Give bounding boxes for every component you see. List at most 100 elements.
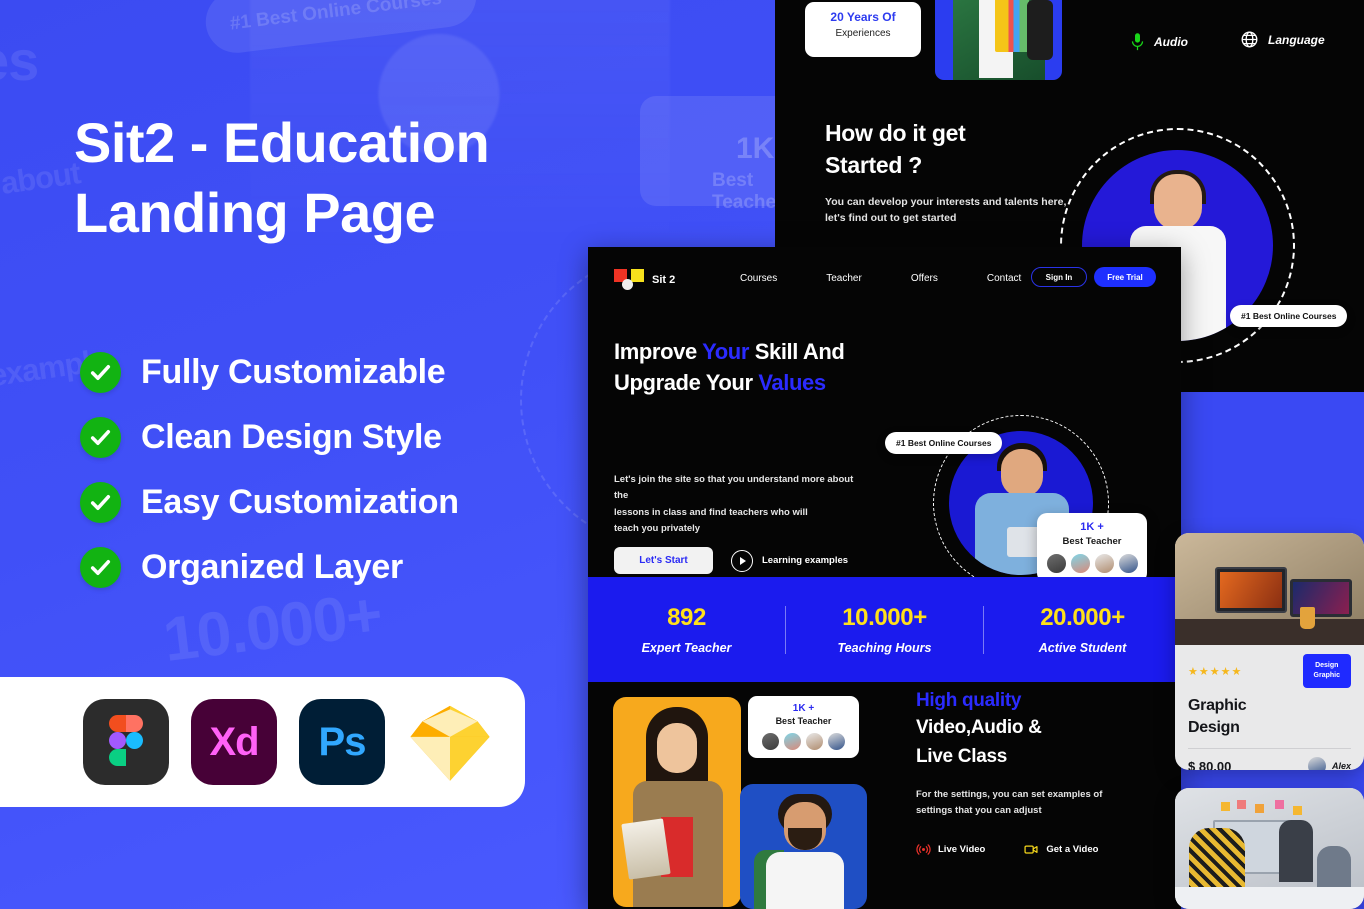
course-card[interactable]: ★★★★★ Design Graphic Graphic Design $ 80… [1175, 533, 1364, 770]
avatar [827, 732, 846, 751]
hero-heading-accent2: Values [758, 370, 826, 396]
stat-label: Teaching Hours [837, 641, 932, 655]
audio-control[interactable]: Audio [1130, 32, 1188, 52]
quality-heading-line2: Live Class [916, 745, 1007, 767]
hero-section: Improve Your Skill And Upgrade Your Valu… [588, 315, 1181, 591]
best-courses-pill: #1 Best Online Courses [885, 432, 1003, 454]
quality-content: High quality Video,Audio & Live Class Fo… [916, 690, 1166, 857]
quality-accent-heading: High quality [916, 690, 1022, 711]
best-teacher-label: Best Teacher [775, 716, 832, 726]
section-heading-line1: How do it get [825, 120, 966, 146]
logo[interactable]: Sit 2 [614, 269, 675, 291]
divider [1188, 748, 1351, 750]
best-teacher-card: 1K + Best Teacher [748, 696, 859, 758]
hero-heading-part1: Improve [614, 339, 703, 364]
stat-item: 20.000+ Active Student [984, 604, 1181, 655]
course-price: $ 80.00 [1188, 758, 1232, 770]
free-trial-button[interactable]: Free Trial [1094, 267, 1156, 287]
stat-number: 20.000+ [1040, 604, 1125, 631]
avatar [1093, 553, 1115, 574]
feature-label: Clean Design Style [141, 418, 442, 456]
course-card[interactable] [1175, 788, 1364, 909]
learning-examples-label: Learning examples [762, 555, 849, 566]
best-teacher-card: 1K + Best Teacher [1037, 513, 1147, 583]
course-author-name: Alex [1331, 761, 1351, 770]
quality-section: 1K + Best Teacher High quality Video,Aud… [588, 682, 1181, 909]
hero-heading: Improve Your Skill And Upgrade Your Valu… [614, 336, 845, 398]
nav-link-contact[interactable]: Contact [987, 273, 1021, 284]
adobe-xd-label: Xd [209, 719, 259, 764]
adobe-xd-icon: Xd [191, 699, 277, 785]
course-author: Alex [1307, 757, 1351, 770]
page-title: Sit2 - Education Landing Page [74, 108, 734, 248]
list-item: Organized Layer [80, 535, 459, 600]
section-heading-line2: Started ? [825, 151, 922, 178]
stat-label: Expert Teacher [641, 641, 732, 655]
quality-paragraph-line2: settings that you can adjust [916, 804, 1042, 816]
logo-text: Sit 2 [652, 274, 676, 286]
student-thumbnail-photo [935, 0, 1062, 80]
avatar [783, 732, 802, 751]
best-teacher-label: Best Teacher [1062, 536, 1122, 547]
quality-feature-label: Get a Video [1046, 844, 1099, 856]
section-paragraph-line1: You can develop your interests and talen… [825, 196, 1067, 208]
category-badge-line1: Design [1315, 662, 1339, 669]
sign-in-button[interactable]: Sign In [1031, 267, 1087, 287]
mockup-main-landing-page: Sit 2 Courses Teacher Offers Contact Sig… [588, 247, 1181, 909]
quality-heading: Video,Audio & Live Class [916, 714, 1166, 771]
logo-mark-icon [614, 269, 644, 291]
quality-feature-row: Live Video Get a Video [916, 842, 1166, 857]
watermark-text-b: re about [0, 155, 83, 206]
experience-card: 20 Years Of Experiences [805, 2, 921, 57]
quality-feature-label: Live Video [938, 844, 986, 856]
check-circle-icon [80, 482, 121, 523]
avatar [1117, 553, 1139, 574]
watermark-pill-label: #1 Best Online Courses [228, 0, 444, 35]
section-paragraph: You can develop your interests and talen… [825, 194, 1075, 227]
list-item: Easy Customization [80, 470, 459, 535]
hero-paragraph: Let's join the site so that you understa… [614, 472, 869, 537]
list-item: Clean Design Style [80, 405, 459, 470]
course-title-line2: Design [1188, 718, 1240, 736]
stat-item: 892 Expert Teacher [588, 604, 785, 655]
check-circle-icon [80, 547, 121, 588]
page-title-line2: Landing Page [74, 181, 436, 244]
hero-heading-part3: Upgrade Your [614, 370, 759, 396]
learning-examples-link[interactable]: Learning examples [731, 549, 849, 572]
nav-link-courses[interactable]: Courses [740, 273, 777, 284]
quality-heading-line1: Video,Audio & [916, 717, 1042, 738]
stat-item: 10.000+ Teaching Hours [786, 604, 983, 655]
stat-number: 10.000+ [842, 604, 927, 631]
list-item: Live Video [916, 842, 985, 857]
teacher-avatars [748, 732, 859, 751]
course-title: Graphic Design [1188, 695, 1351, 738]
microphone-icon [1130, 32, 1145, 52]
quality-paragraph: For the settings, you can set examples o… [916, 787, 1166, 818]
stats-band: 892 Expert Teacher 10.000+ Teaching Hour… [588, 577, 1181, 682]
stat-label: Active Student [1038, 641, 1127, 655]
stat-number: 892 [667, 604, 706, 631]
best-teacher-count: 1K + [792, 703, 815, 714]
page-title-line1: Sit2 - Education [74, 111, 490, 174]
audio-label: Audio [1154, 35, 1188, 49]
figma-icon [83, 699, 169, 785]
experience-years: 20 Years Of [830, 10, 896, 24]
nav-link-offers[interactable]: Offers [911, 273, 938, 284]
hero-heading-accent1: Your [702, 339, 749, 364]
sketch-icon [407, 699, 493, 785]
best-teacher-count: 1K + [1080, 521, 1104, 533]
rating-stars: ★★★★★ [1188, 665, 1243, 678]
hero-paragraph-line2: lessons in class and find teachers who w… [614, 506, 808, 518]
teacher-avatars [1037, 553, 1147, 574]
list-item: Get a Video [1023, 842, 1098, 857]
screenshot-stage: #1 Best Online Courses es re about g exa… [0, 0, 1364, 909]
feature-list: Fully Customizable Clean Design Style Ea… [80, 340, 459, 600]
feature-label: Fully Customizable [141, 353, 446, 391]
language-control[interactable]: Language [1240, 30, 1325, 49]
feature-label: Easy Customization [141, 483, 459, 521]
lets-start-button[interactable]: Let's Start [614, 547, 713, 574]
check-circle-icon [80, 352, 121, 393]
nav-link-teacher[interactable]: Teacher [826, 273, 862, 284]
photoshop-icon: Ps [299, 699, 385, 785]
navbar: Sit 2 Courses Teacher Offers Contact Sig… [588, 247, 1181, 315]
